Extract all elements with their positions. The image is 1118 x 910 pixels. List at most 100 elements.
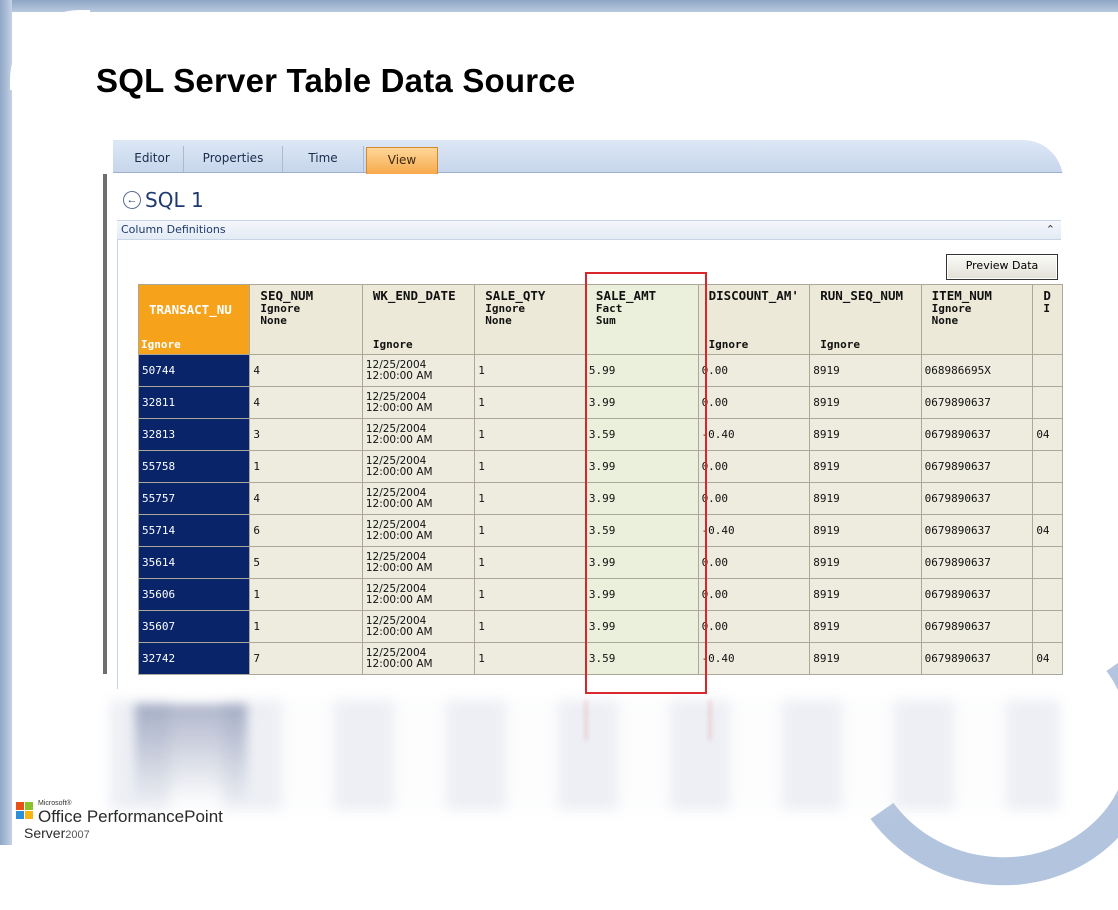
table-cell[interactable]: 8919 <box>809 386 922 419</box>
table-cell[interactable]: 1 <box>474 642 586 675</box>
column-definitions-header[interactable]: Column Definitions ⌃ <box>117 220 1061 240</box>
table-cell[interactable]: 0679890637 <box>920 482 1034 515</box>
table-cell[interactable] <box>1032 354 1063 387</box>
table-cell[interactable] <box>1032 578 1063 611</box>
table-cell[interactable] <box>1032 450 1063 483</box>
table-row[interactable]: 50744 4 12/25/2004 12:00:00 AM 1 5.99 0.00 8919… <box>138 354 1063 387</box>
table-cell[interactable]: 3.59 <box>584 514 699 547</box>
table-row[interactable]: 35614 5 12/25/2004 12:00:00 AM 1 3.99 0.00 8919… <box>138 546 1063 579</box>
preview-data-button[interactable]: Preview Data <box>946 254 1058 280</box>
table-cell[interactable]: 3.99 <box>584 386 699 419</box>
table-cell[interactable]: -0.40 <box>697 418 811 451</box>
table-cell[interactable]: 12/25/2004 12:00:00 AM <box>361 546 476 579</box>
table-cell[interactable]: 4 <box>249 482 363 515</box>
table-cell[interactable]: 8919 <box>809 578 922 611</box>
table-cell[interactable]: 068986695X <box>920 354 1034 387</box>
table-cell[interactable]: 0.00 <box>697 386 811 419</box>
table-cell[interactable]: 0679890637 <box>920 514 1034 547</box>
table-cell[interactable]: 6 <box>249 514 363 547</box>
table-cell[interactable]: 12/25/2004 12:00:00 AM <box>361 354 476 387</box>
column-header[interactable]: SALE_QTY Ignore None <box>474 284 586 355</box>
table-cell[interactable]: 0679890637 <box>920 578 1034 611</box>
table-cell[interactable]: 8919 <box>809 642 922 675</box>
table-cell[interactable]: 0.00 <box>697 354 811 387</box>
table-cell[interactable]: 12/25/2004 12:00:00 AM <box>361 386 476 419</box>
table-cell[interactable]: 8919 <box>809 354 922 387</box>
table-cell[interactable]: 12/25/2004 12:00:00 AM <box>361 578 476 611</box>
table-cell[interactable]: 1 <box>474 546 586 579</box>
back-arrow-icon[interactable]: ← <box>123 191 141 209</box>
table-cell[interactable]: -0.40 <box>697 514 811 547</box>
tab-view[interactable]: View <box>366 147 438 174</box>
column-header[interactable]: RUN_SEQ_NUM Ignore <box>809 284 922 355</box>
table-cell[interactable]: 55714 <box>138 514 251 547</box>
table-cell[interactable]: 8919 <box>809 482 922 515</box>
table-cell[interactable]: 0.00 <box>697 546 811 579</box>
table-cell[interactable]: 3.99 <box>584 546 699 579</box>
table-cell[interactable]: 1 <box>474 610 586 643</box>
table-cell[interactable]: 32742 <box>138 642 251 675</box>
table-cell[interactable]: 1 <box>249 610 363 643</box>
table-cell[interactable]: 0.00 <box>697 482 811 515</box>
table-cell[interactable] <box>1032 386 1063 419</box>
table-cell[interactable]: 04 <box>1032 418 1063 451</box>
table-cell[interactable]: 3 <box>249 418 363 451</box>
table-cell[interactable]: 35614 <box>138 546 251 579</box>
table-cell[interactable]: -0.40 <box>697 642 811 675</box>
table-cell[interactable]: 4 <box>249 354 363 387</box>
table-cell[interactable]: 0.00 <box>697 578 811 611</box>
table-cell[interactable]: 8919 <box>809 450 922 483</box>
table-cell[interactable]: 1 <box>474 418 586 451</box>
table-cell[interactable]: 55758 <box>138 450 251 483</box>
table-cell[interactable]: 8919 <box>809 546 922 579</box>
table-cell[interactable]: 12/25/2004 12:00:00 AM <box>361 642 476 675</box>
table-cell[interactable]: 0679890637 <box>920 418 1034 451</box>
table-cell[interactable]: 32813 <box>138 418 251 451</box>
table-cell[interactable]: 35607 <box>138 610 251 643</box>
table-cell[interactable]: 4 <box>249 386 363 419</box>
table-row[interactable]: 55714 6 12/25/2004 12:00:00 AM 1 3.59 -0.40 891… <box>138 514 1063 547</box>
table-cell[interactable]: 04 <box>1032 514 1063 547</box>
table-cell[interactable]: 1 <box>249 578 363 611</box>
table-cell[interactable]: 0.00 <box>697 450 811 483</box>
table-cell[interactable]: 3.99 <box>584 482 699 515</box>
table-cell[interactable]: 1 <box>474 514 586 547</box>
table-cell[interactable]: 1 <box>249 450 363 483</box>
table-cell[interactable]: 3.99 <box>584 450 699 483</box>
column-header[interactable]: WK_END_DATE Ignore <box>361 284 476 355</box>
table-cell[interactable]: 0679890637 <box>920 610 1034 643</box>
table-cell[interactable]: 1 <box>474 482 586 515</box>
table-cell[interactable]: 12/25/2004 12:00:00 AM <box>361 418 476 451</box>
table-cell[interactable]: 35606 <box>138 578 251 611</box>
table-cell[interactable]: 12/25/2004 12:00:00 AM <box>361 514 476 547</box>
table-cell[interactable]: 5.99 <box>584 354 699 387</box>
table-cell[interactable]: 3.99 <box>584 578 699 611</box>
tab-time[interactable]: Time <box>283 146 364 172</box>
table-row[interactable]: 35606 1 12/25/2004 12:00:00 AM 1 3.99 0.00 8919… <box>138 578 1063 611</box>
table-cell[interactable]: 0679890637 <box>920 450 1034 483</box>
table-row[interactable]: 35607 1 12/25/2004 12:00:00 AM 1 3.99 0.00 8919… <box>138 610 1063 643</box>
table-row[interactable]: 32742 7 12/25/2004 12:00:00 AM 1 3.59 -0.40 891… <box>138 642 1063 675</box>
table-cell[interactable]: 04 <box>1032 642 1063 675</box>
table-cell[interactable]: 5 <box>249 546 363 579</box>
table-cell[interactable]: 12/25/2004 12:00:00 AM <box>361 610 476 643</box>
table-cell[interactable]: 0679890637 <box>920 546 1034 579</box>
table-cell[interactable]: 50744 <box>138 354 251 387</box>
double-chevron-up-icon[interactable]: ⌃ <box>1046 221 1055 239</box>
table-cell[interactable]: 3.59 <box>584 418 699 451</box>
table-row[interactable]: 32813 3 12/25/2004 12:00:00 AM 1 3.59 -0.40 891… <box>138 418 1063 451</box>
table-cell[interactable]: 3.59 <box>584 642 699 675</box>
table-cell[interactable]: 0.00 <box>697 610 811 643</box>
column-header[interactable]: ITEM_NUM Ignore None <box>920 284 1034 355</box>
column-header[interactable]: DI <box>1032 284 1063 355</box>
table-cell[interactable]: 0679890637 <box>920 642 1034 675</box>
table-row[interactable]: 55758 1 12/25/2004 12:00:00 AM 1 3.99 0.00 8919… <box>138 450 1063 483</box>
table-cell[interactable]: 1 <box>474 354 586 387</box>
table-cell[interactable]: 8919 <box>809 610 922 643</box>
table-cell[interactable] <box>1032 610 1063 643</box>
table-cell[interactable]: 12/25/2004 12:00:00 AM <box>361 450 476 483</box>
table-cell[interactable]: 1 <box>474 578 586 611</box>
table-cell[interactable]: 0679890637 <box>920 386 1034 419</box>
table-cell[interactable]: 8919 <box>809 418 922 451</box>
column-header[interactable]: SEQ_NUM Ignore None <box>249 284 363 355</box>
